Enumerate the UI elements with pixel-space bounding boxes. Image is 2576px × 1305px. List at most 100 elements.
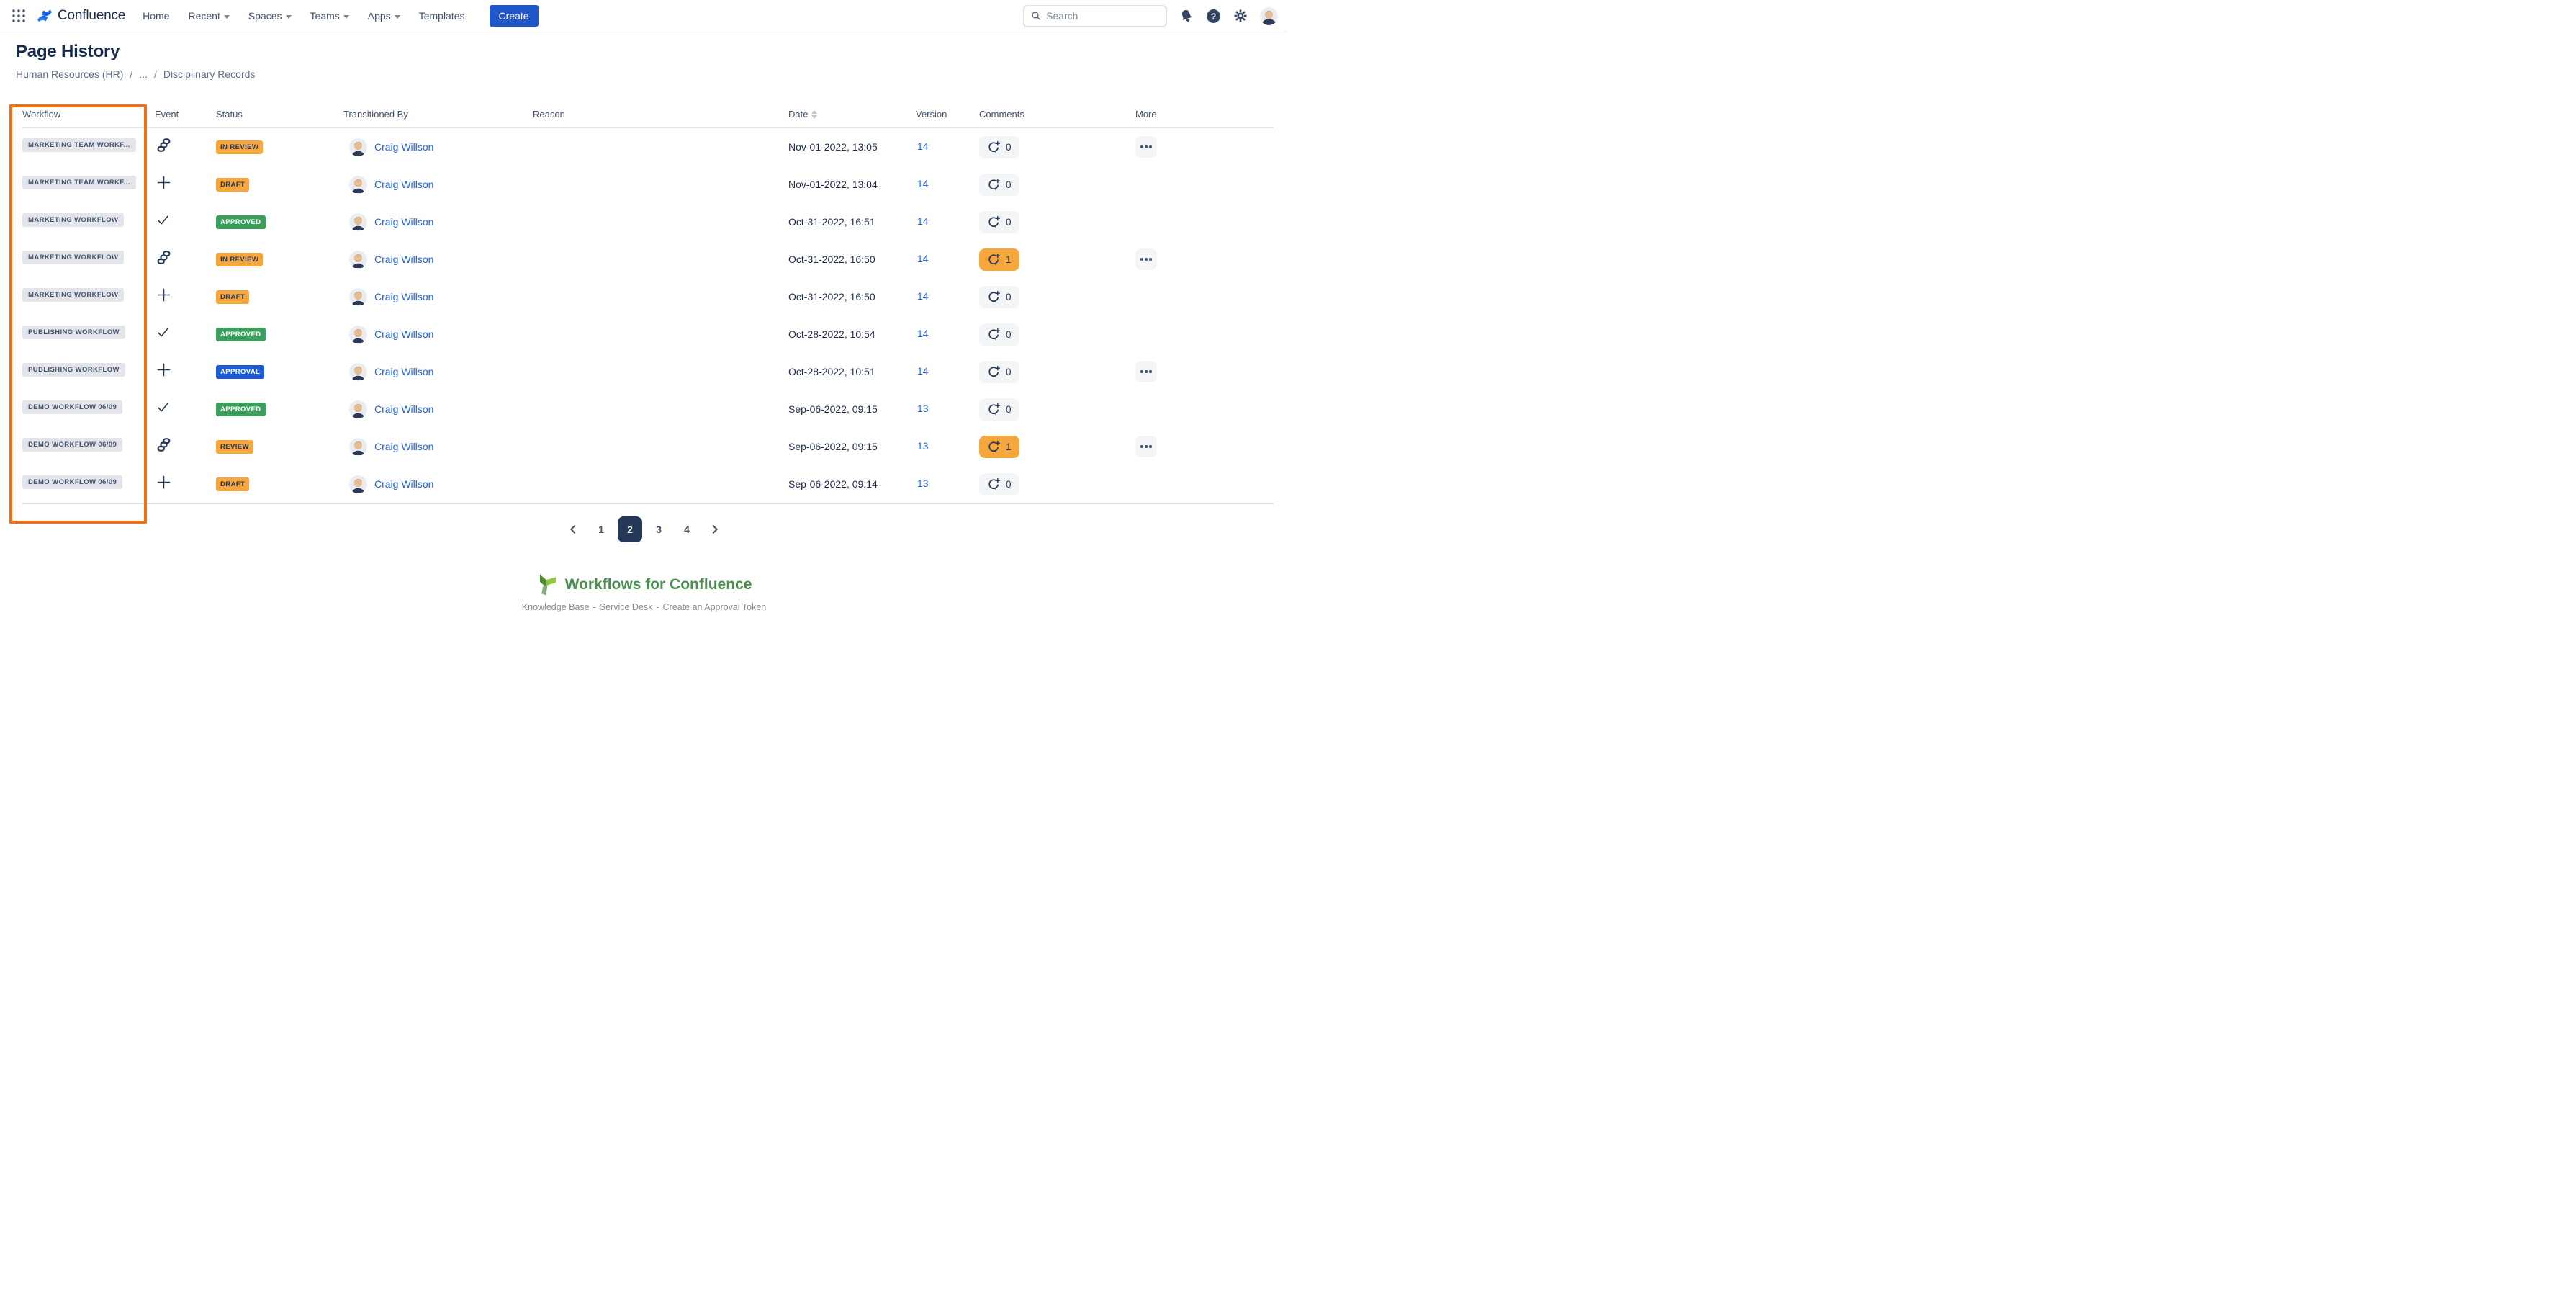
avatar[interactable] bbox=[349, 326, 367, 344]
nav-item-label: Apps bbox=[368, 10, 391, 22]
chevron-right-icon bbox=[710, 524, 720, 534]
more-button[interactable] bbox=[1135, 361, 1157, 382]
help-icon[interactable]: ? bbox=[1206, 9, 1221, 24]
user-name-link[interactable]: Craig Willson bbox=[374, 328, 433, 340]
page-button[interactable]: 2 bbox=[618, 516, 642, 542]
avatar[interactable] bbox=[349, 251, 367, 269]
notifications-bell-icon[interactable] bbox=[1179, 9, 1194, 23]
comment-button[interactable]: 0 bbox=[979, 361, 1019, 383]
user-name-link[interactable]: Craig Willson bbox=[374, 141, 433, 153]
nav-item-label: Teams bbox=[310, 10, 340, 22]
status-badge: IN REVIEW bbox=[216, 253, 263, 266]
comment-button[interactable]: 1 bbox=[979, 248, 1019, 271]
pagination: 1 2 3 4 bbox=[0, 516, 1288, 542]
user-name-link[interactable]: Craig Willson bbox=[374, 403, 433, 415]
previous-page-button[interactable] bbox=[562, 516, 585, 542]
header-more: More bbox=[1135, 109, 1274, 120]
version-link[interactable]: 14 bbox=[917, 290, 929, 302]
nav-item-home[interactable]: Home bbox=[143, 10, 169, 22]
avatar[interactable] bbox=[349, 475, 367, 493]
workflows-brand[interactable]: Workflows for Confluence bbox=[536, 574, 752, 596]
user-name-link[interactable]: Craig Willson bbox=[374, 216, 433, 228]
page-button[interactable]: 4 bbox=[675, 516, 698, 542]
version-link[interactable]: 13 bbox=[917, 477, 929, 489]
avatar[interactable] bbox=[349, 213, 367, 231]
comment-button[interactable]: 0 bbox=[979, 174, 1019, 196]
comment-button[interactable]: 0 bbox=[979, 323, 1019, 346]
create-button[interactable]: Create bbox=[490, 5, 539, 27]
nav-item-teams[interactable]: Teams bbox=[310, 10, 349, 22]
avatar[interactable] bbox=[349, 400, 367, 418]
breadcrumb-space[interactable]: Human Resources (HR) bbox=[16, 68, 123, 80]
workflow-pill[interactable]: DEMO WORKFLOW 06/09 bbox=[22, 400, 122, 414]
more-button[interactable] bbox=[1135, 136, 1157, 158]
user-name-link[interactable]: Craig Willson bbox=[374, 441, 433, 452]
next-page-button[interactable] bbox=[703, 516, 726, 542]
user-name-link[interactable]: Craig Willson bbox=[374, 366, 433, 377]
comment-button[interactable]: 0 bbox=[979, 286, 1019, 308]
search-input[interactable] bbox=[1046, 10, 1159, 22]
version-link[interactable]: 13 bbox=[917, 440, 929, 452]
search-box[interactable] bbox=[1023, 5, 1167, 27]
footer-link-knowledge-base[interactable]: Knowledge Base bbox=[522, 602, 590, 612]
table-row: DEMO WORKFLOW 06/09 DRAFT bbox=[22, 465, 1274, 503]
comment-button[interactable]: 0 bbox=[979, 211, 1019, 233]
more-button[interactable] bbox=[1135, 436, 1157, 457]
page-button[interactable]: 3 bbox=[647, 516, 670, 542]
workflow-pill[interactable]: MARKETING WORKFLOW bbox=[22, 251, 124, 264]
user-name-link[interactable]: Craig Willson bbox=[374, 179, 433, 190]
nav-item-recent[interactable]: Recent bbox=[188, 10, 229, 22]
avatar[interactable] bbox=[349, 138, 367, 156]
workflow-pill[interactable]: MARKETING WORKFLOW bbox=[22, 288, 124, 302]
version-link[interactable]: 14 bbox=[917, 365, 929, 377]
status-badge: APPROVED bbox=[216, 328, 266, 341]
workflow-pill[interactable]: DEMO WORKFLOW 06/09 bbox=[22, 438, 122, 452]
version-link[interactable]: 13 bbox=[917, 403, 929, 414]
date-text: Oct-31-2022, 16:50 bbox=[788, 291, 916, 302]
version-link[interactable]: 14 bbox=[917, 178, 929, 189]
workflow-pill[interactable]: DEMO WORKFLOW 06/09 bbox=[22, 475, 122, 489]
confluence-logo[interactable]: Confluence bbox=[36, 7, 125, 24]
workflow-pill[interactable]: MARKETING TEAM WORKF... bbox=[22, 138, 136, 152]
nav-item-templates[interactable]: Templates bbox=[419, 10, 465, 22]
workflow-pill[interactable]: MARKETING TEAM WORKF... bbox=[22, 176, 136, 189]
comment-button[interactable]: 0 bbox=[979, 398, 1019, 421]
user-avatar[interactable] bbox=[1260, 7, 1278, 25]
version-link[interactable]: 14 bbox=[917, 140, 929, 152]
version-link[interactable]: 14 bbox=[917, 328, 929, 339]
version-link[interactable]: 14 bbox=[917, 253, 929, 264]
avatar[interactable] bbox=[349, 288, 367, 306]
nav-item-spaces[interactable]: Spaces bbox=[248, 10, 292, 22]
approved-check-icon bbox=[157, 214, 169, 226]
nav-item-apps[interactable]: Apps bbox=[368, 10, 400, 22]
comment-button[interactable]: 0 bbox=[979, 473, 1019, 495]
comment-count: 0 bbox=[1006, 142, 1012, 153]
page-button[interactable]: 1 bbox=[590, 516, 613, 542]
transitioned-by-cell: Craig Willson bbox=[343, 438, 533, 456]
footer-link-service-desk[interactable]: Service Desk bbox=[600, 602, 653, 612]
breadcrumb-page[interactable]: Disciplinary Records bbox=[163, 68, 256, 80]
workflow-pill[interactable]: PUBLISHING WORKFLOW bbox=[22, 326, 125, 339]
created-plus-icon bbox=[157, 288, 171, 302]
avatar[interactable] bbox=[349, 176, 367, 194]
user-name-link[interactable]: Craig Willson bbox=[374, 478, 433, 490]
user-name-link[interactable]: Craig Willson bbox=[374, 254, 433, 265]
app-switcher-icon[interactable] bbox=[9, 6, 29, 26]
settings-gear-icon[interactable] bbox=[1233, 9, 1248, 23]
comment-count: 0 bbox=[1006, 217, 1012, 228]
version-link[interactable]: 14 bbox=[917, 215, 929, 227]
status-badge: DRAFT bbox=[216, 477, 249, 491]
header-date[interactable]: Date bbox=[788, 109, 916, 120]
user-name-link[interactable]: Craig Willson bbox=[374, 291, 433, 302]
avatar[interactable] bbox=[349, 438, 367, 456]
avatar[interactable] bbox=[349, 363, 367, 381]
workflow-pill[interactable]: MARKETING WORKFLOW bbox=[22, 213, 124, 227]
comment-button[interactable]: 0 bbox=[979, 136, 1019, 158]
event-cell bbox=[155, 214, 216, 230]
comment-button[interactable]: 1 bbox=[979, 436, 1019, 458]
more-button[interactable] bbox=[1135, 248, 1157, 270]
footer-link-approval-token[interactable]: Create an Approval Token bbox=[663, 602, 767, 612]
event-cell bbox=[155, 401, 216, 417]
breadcrumb-ellipsis[interactable]: ... bbox=[139, 68, 148, 80]
workflow-pill[interactable]: PUBLISHING WORKFLOW bbox=[22, 363, 125, 377]
